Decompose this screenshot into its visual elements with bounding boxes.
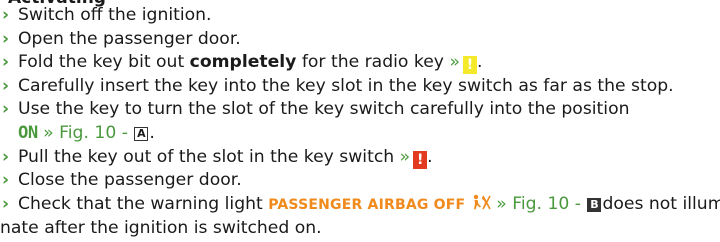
cross-reference-link[interactable]: » — [449, 52, 460, 72]
notice-badge[interactable]: ! — [462, 56, 477, 75]
warning-light-label: PASSENGER AIRBAG OFF — [268, 196, 466, 213]
figure-marker-a: A — [134, 126, 149, 141]
caution-badge[interactable]: ! — [413, 150, 428, 169]
chevron-right-icon: › — [2, 170, 10, 191]
punctuation: . — [149, 122, 155, 143]
step-turn-key-continued: ON » Fig. 10 - A. — [0, 122, 720, 146]
figure-reference-link[interactable]: » Fig. 10 - — [43, 123, 128, 143]
step-insert-key: › Carefully insert the key into the key … — [0, 75, 720, 99]
chevron-right-icon: › — [2, 99, 10, 120]
step-turn-key: › Use the key to turn the slot of the ke… — [0, 98, 720, 122]
chevron-right-icon: › — [2, 28, 10, 49]
step-switch-off-ignition: › Switch off the ignition. — [0, 4, 720, 28]
step-text-continued: does not illumi- — [602, 193, 720, 214]
passenger-airbag-off-icon — [473, 194, 491, 210]
punctuation: . — [427, 146, 433, 167]
step-text: Pull the key out of the slot in the key … — [18, 146, 400, 167]
step-open-door: › Open the passenger door. — [0, 28, 720, 52]
chevron-right-icon: › — [2, 75, 10, 96]
chevron-right-icon: › — [2, 52, 10, 73]
step-text: Close the passenger door. — [18, 170, 242, 191]
step-check-warning-light: › Check that the warning light PASSENGER… — [0, 193, 720, 218]
step-text: Fold the key bit out — [18, 52, 190, 73]
step-fold-key: › Fold the key bit out completely for th… — [2, 52, 483, 75]
step-check-warning-light-continued: nate after the ignition is switched on. — [0, 217, 720, 241]
step-text-continued: for the radio key — [296, 52, 450, 73]
emphasis-text: completely — [189, 52, 297, 73]
instruction-list: › Switch off the ignition. › Open the pa… — [0, 4, 720, 241]
figure-marker-b: B — [587, 197, 602, 212]
step-text: Carefully insert the key into the key sl… — [18, 75, 674, 96]
chevron-right-icon: › — [2, 193, 10, 214]
step-text: Switch off the ignition. — [18, 5, 212, 25]
step-text: Use the key to turn the slot of the key … — [18, 99, 630, 120]
step-text: Open the passenger door. — [18, 28, 241, 49]
step-text: nate after the ignition is switched on. — [0, 218, 322, 239]
step-text: Check that the warning light — [18, 193, 269, 214]
on-position-label: ON — [18, 122, 38, 143]
chevron-right-icon: › — [2, 5, 10, 25]
step-close-door: › Close the passenger door. — [0, 169, 720, 193]
cross-reference-link[interactable]: » — [400, 147, 411, 167]
chevron-right-icon: › — [2, 146, 10, 167]
figure-reference-link[interactable]: » Fig. 10 - — [496, 194, 581, 214]
step-pull-key: › Pull the key out of the slot in the ke… — [0, 146, 720, 170]
